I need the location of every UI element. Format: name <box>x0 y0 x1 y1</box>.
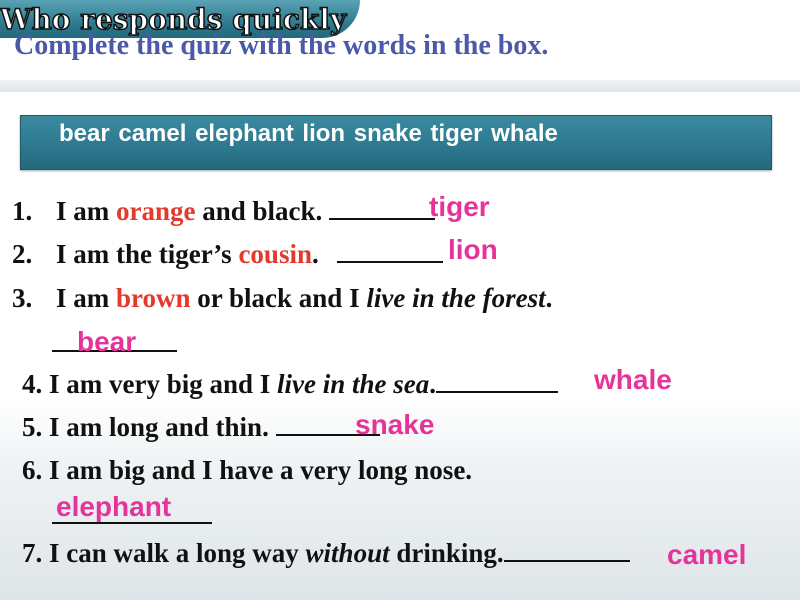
question-7: 7. I can walk a long way without drinkin… <box>22 538 630 569</box>
answer-blank[interactable] <box>436 369 559 393</box>
question-number: 1. <box>12 196 33 226</box>
answer-blank[interactable] <box>329 196 436 220</box>
question-2: 2. I am the tiger’s cousin. <box>12 239 444 270</box>
key-word: cousin <box>238 239 312 269</box>
question-4: 4. I am very big and I live in the sea. <box>22 369 559 400</box>
answer-blank[interactable] <box>503 538 630 562</box>
answer-blank[interactable] <box>337 239 444 263</box>
answer-7: camel <box>667 539 747 570</box>
question-number: 2. <box>12 239 33 269</box>
answer-6: elephant <box>56 491 172 522</box>
answer-1: tiger <box>429 191 490 222</box>
question-number: 3. <box>12 283 33 313</box>
answer-4: whale <box>594 364 672 395</box>
question-3: 3. I am brown or black and I live in the … <box>12 283 553 313</box>
key-word: orange <box>116 196 196 226</box>
question-1: 1. I am orange and black. <box>12 196 436 227</box>
answer-3: bear <box>77 326 137 357</box>
question-number: 4. <box>22 369 43 399</box>
slide: Complete the quiz with the words in the … <box>0 0 800 600</box>
word-box-text: bear camel elephant lion snake tiger wha… <box>59 120 558 147</box>
question-6: 6. I am big and I have a very long nose. <box>22 455 473 485</box>
word-box: bear camel elephant lion snake tiger wha… <box>20 115 772 170</box>
question-number: 5. <box>22 412 43 442</box>
question-5: 5. I am long and thin. <box>22 412 380 443</box>
question-number: 7. <box>22 538 43 568</box>
key-word: brown <box>116 283 191 313</box>
answer-5: snake <box>355 409 435 440</box>
banner-label: Who responds quickly <box>0 2 347 37</box>
question-number: 6. <box>22 455 43 485</box>
answer-2: lion <box>448 234 498 265</box>
header-strip <box>0 80 800 92</box>
